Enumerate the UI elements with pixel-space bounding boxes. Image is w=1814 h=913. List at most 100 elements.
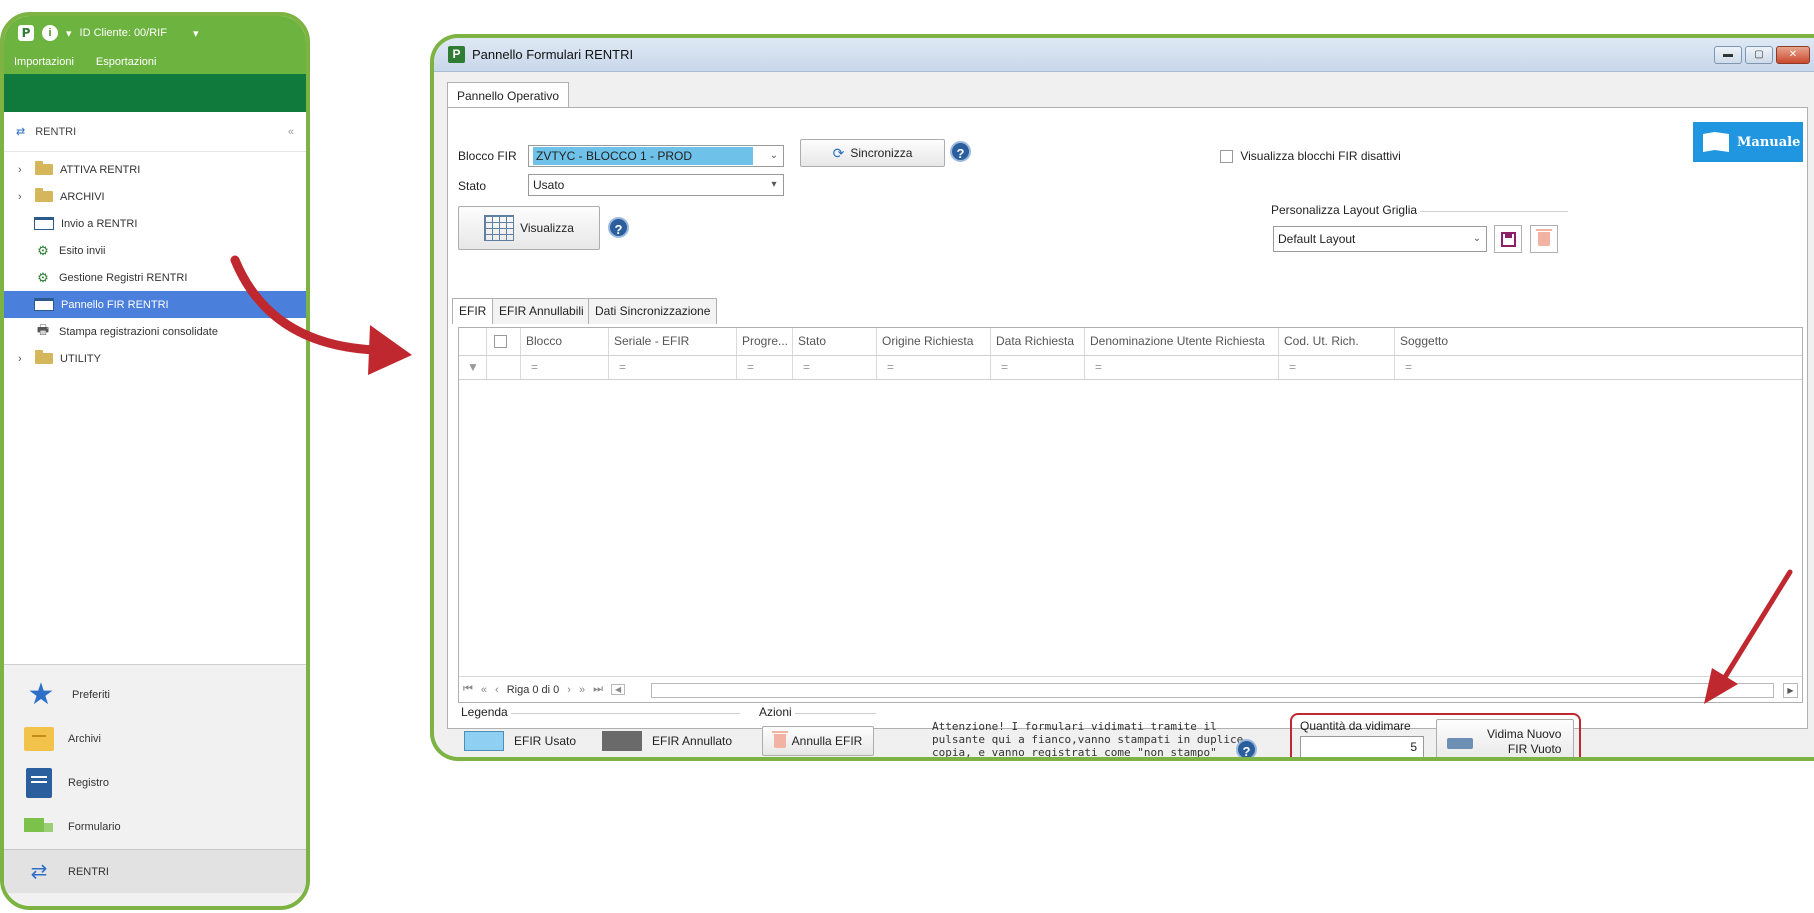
sincronizza-button[interactable]: ⟳ Sincronizza [800,139,945,167]
sidebar-green-band [4,74,306,112]
chevron-right-icon[interactable]: › [18,191,28,203]
blocco-fir-select[interactable]: ZVTYC - BLOCCO 1 - PROD ⌄ [528,145,784,167]
filter-cell[interactable]: = [1395,356,1802,379]
nav-formulario[interactable]: Formulario [4,805,306,849]
filter-cell[interactable]: = [1279,356,1395,379]
grid-indicator-col [459,328,487,355]
filter-cell[interactable]: = [521,356,609,379]
chevron-right-icon[interactable]: › [18,164,28,176]
nav-rentri[interactable]: ⇄ RENTRI [4,849,306,893]
col-header-cod-ut[interactable]: Cod. Ut. Rich. [1279,328,1395,355]
next-page-fast-icon[interactable]: » [579,684,585,696]
tree-item-label: ARCHIVI [60,190,105,203]
help-icon[interactable]: ? [950,141,971,162]
trash-icon [771,731,788,748]
col-header-seriale[interactable]: Seriale - EFIR [609,328,737,355]
tree-item-invio-rentri[interactable]: Invio a RENTRI [4,210,306,237]
show-disabled-label: Visualizza blocchi FIR disattivi [1240,149,1401,163]
quantita-input[interactable]: 5 [1300,736,1424,757]
annulla-efir-button[interactable]: Annulla EFIR [762,726,874,756]
book-icon [26,768,52,798]
legend-used-label: EFIR Usato [514,734,577,748]
chevron-right-icon[interactable]: › [18,353,28,365]
printer-icon [1445,729,1475,756]
grid-pager-bar: ⏮ « ‹ Riga 0 di 0 › » ⏭ ◀ ▶ [459,676,1802,702]
section-title: RENTRI [35,125,77,138]
layout-value: Default Layout [1278,232,1356,246]
chevron-down-icon[interactable]: ⌄ [765,146,783,166]
legend-row: EFIR Usato EFIR Annullato [464,731,732,751]
checkbox[interactable] [1220,150,1233,164]
prev-page-icon[interactable]: ‹ [495,684,499,696]
nav-archivi[interactable]: Archivi [4,717,306,761]
filter-cell[interactable]: = [737,356,793,379]
filter-cell[interactable]: = [991,356,1085,379]
col-header-data[interactable]: Data Richiesta [991,328,1085,355]
chevron-down-icon[interactable]: ▾ [66,27,72,40]
printer-icon: 🖶 [36,321,50,337]
fir-panel-window: P Pannello Formulari RENTRI ▬ ▢ ✕ Pannel… [430,34,1814,761]
tree-item-label: Esito invii [59,244,106,257]
sync-icon: ⟳ [832,144,845,161]
tab-efir[interactable]: EFIR [452,298,494,324]
filter-cell[interactable]: = [877,356,991,379]
info-icon[interactable]: i [42,25,58,41]
close-button[interactable]: ✕ [1776,45,1810,64]
col-header-blocco[interactable]: Blocco [521,328,609,355]
nav-registro[interactable]: Registro [4,761,306,805]
col-header-origine[interactable]: Origine Richiesta [877,328,991,355]
nav-label: Registro [68,777,109,789]
filter-cell[interactable]: = [609,356,737,379]
show-disabled-blocks-checkbox[interactable]: Visualizza blocchi FIR disattivi [1220,149,1401,164]
menu-esportazioni[interactable]: Esportazioni [96,56,157,68]
tab-efir-annullabili[interactable]: EFIR Annullabili [492,298,591,324]
tree-item-archivi[interactable]: › ARCHIVI [4,183,306,210]
help-icon[interactable]: ? [608,217,629,238]
collapse-icon[interactable]: « [288,126,294,138]
vidima-nuovo-fir-button[interactable]: Vidima Nuovo FIR Vuoto [1436,719,1574,757]
folder-icon [35,188,53,202]
layout-select[interactable]: Default Layout ⌄ [1273,226,1487,252]
maximize-button[interactable]: ▢ [1745,45,1773,64]
stato-select[interactable]: Usato ▾ [528,174,784,196]
efir-grid: Blocco Seriale - EFIR Progre... Stato Or… [458,327,1803,703]
minimize-button[interactable]: ▬ [1714,45,1742,64]
legend-used-swatch [464,731,504,751]
nav-preferiti[interactable]: ★ Preferiti [4,673,306,717]
layout-group-title: Personalizza Layout Griglia [1268,203,1421,217]
filter-cell[interactable]: = [1085,356,1279,379]
checkbox[interactable] [494,335,507,349]
annulla-label: Annulla EFIR [791,734,863,748]
prev-page-fast-icon[interactable]: « [481,684,487,696]
app-logo-icon: P [448,46,465,63]
col-header-stato[interactable]: Stato [793,328,877,355]
first-page-icon[interactable]: ⏮ [463,683,473,696]
last-page-icon[interactable]: ⏭ [593,683,603,696]
scroll-left-icon[interactable]: ◀ [611,684,626,695]
help-icon[interactable]: ? [1236,739,1257,757]
stato-label: Stato [458,179,487,193]
client-dropdown-icon[interactable]: ▾ [193,27,199,40]
manuale-button[interactable]: Manuale [1693,122,1803,162]
visualizza-button[interactable]: Visualizza [458,206,600,250]
tree-item-label: UTILITY [60,352,101,365]
vidima-label-line2: FIR Vuoto [1507,742,1562,756]
chevron-down-icon[interactable]: ▾ [765,175,783,195]
select-all-checkbox-cell[interactable] [487,328,521,355]
col-header-soggetto[interactable]: Soggetto [1395,328,1802,355]
save-layout-button[interactable] [1494,225,1522,253]
tree-item-attiva-rentri[interactable]: › ATTIVA RENTRI [4,156,306,183]
col-header-progressivo[interactable]: Progre... [737,328,793,355]
filter-cell[interactable]: = [793,356,877,379]
horizontal-scrollbar[interactable] [651,683,1774,698]
trash-icon [1536,229,1552,246]
tab-pannello-operativo[interactable]: Pannello Operativo [447,82,570,108]
menu-importazioni[interactable]: Importazioni [14,56,74,68]
delete-layout-button[interactable] [1530,225,1558,253]
col-header-denominazione[interactable]: Denominazione Utente Richiesta [1085,328,1279,355]
pointer-arrow-icon [230,255,412,375]
tab-dati-sincronizzazione[interactable]: Dati Sincronizzazione [588,298,718,324]
chevron-down-icon[interactable]: ⌄ [1468,227,1486,251]
sidebar-bottom-nav: ★ Preferiti Archivi Registro Formulario … [4,664,306,906]
next-page-icon[interactable]: › [567,684,571,696]
